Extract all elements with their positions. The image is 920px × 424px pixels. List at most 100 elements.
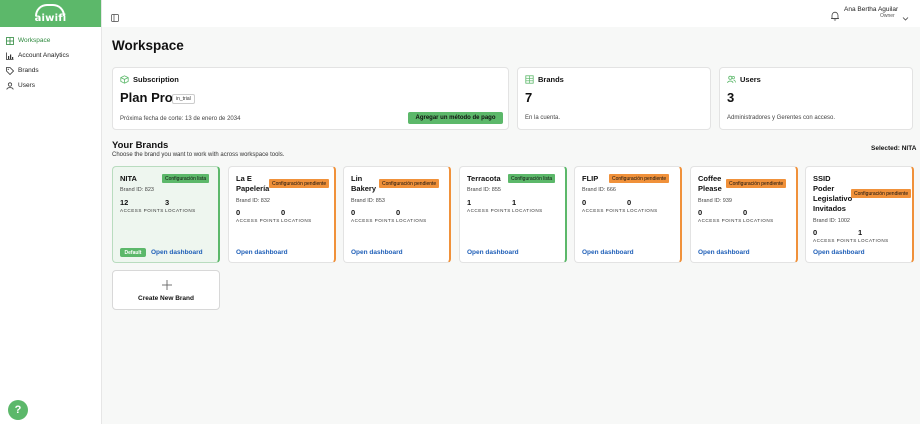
locations-count: 0 — [743, 208, 748, 217]
locations-count: 0 — [627, 198, 632, 207]
access-points-count: 0 — [351, 208, 356, 217]
access-points-count: 0 — [698, 208, 703, 217]
brand-status-badge: Configuración pendiente — [269, 179, 330, 188]
sidebar-item-label: Users — [18, 82, 35, 89]
user-name[interactable]: Ana Bertha Aguilar — [844, 6, 898, 13]
plus-icon — [161, 278, 173, 290]
locations-count: 1 — [512, 198, 517, 207]
top-bar: Ana Bertha Aguilar Owner — [102, 0, 920, 27]
bell-icon[interactable] — [830, 8, 840, 21]
locations-count: 1 — [858, 228, 863, 237]
sidebar-item-label: Workspace — [18, 37, 51, 44]
brands-summary-card: Brands 7 En la cuenta. — [517, 67, 711, 130]
open-dashboard-link[interactable]: Open dashboard — [467, 249, 519, 256]
brand-card-nita[interactable]: NITA Configuración lista Brand ID: 823 1… — [112, 166, 220, 263]
add-payment-method-button[interactable]: Agregar un método de pago — [408, 112, 503, 124]
open-dashboard-link[interactable]: Open dashboard — [698, 249, 750, 256]
locations-label: LOCATIONS — [512, 208, 543, 213]
brand-id: Brand ID: 855 — [467, 187, 501, 193]
open-dashboard-link[interactable]: Open dashboard — [813, 249, 865, 256]
access-points-count: 0 — [813, 228, 818, 237]
sidebar: aiwifi Workspace Account Analytics Brand… — [0, 0, 102, 424]
locations-label: LOCATIONS — [627, 208, 658, 213]
locations-count: 0 — [396, 208, 401, 217]
access-points-label: ACCESS POINTS — [467, 208, 511, 213]
locations-stat: 0 LOCATIONS — [743, 208, 774, 223]
brand-card-coffee-please[interactable]: Coffee Please Configuración pendiente Br… — [690, 166, 798, 263]
selected-brand-label: Selected: NITA — [871, 145, 917, 152]
brand-name: Terracota — [467, 174, 501, 183]
create-brand-label: Create New Brand — [138, 295, 194, 302]
locations-label: LOCATIONS — [165, 208, 196, 213]
brands-count: 7 — [525, 90, 533, 105]
users-summary-card: Users 3 Administradores y Gerentes con a… — [719, 67, 913, 130]
menu-toggle-icon[interactable] — [111, 9, 119, 22]
brand-id: Brand ID: 939 — [698, 198, 732, 204]
sidebar-item-account-analytics[interactable]: Account Analytics — [0, 48, 101, 63]
help-button[interactable]: ? — [8, 400, 28, 420]
open-dashboard-link[interactable]: Open dashboard — [351, 249, 403, 256]
sidebar-item-users[interactable]: Users — [0, 78, 101, 93]
brand-status-badge: Configuración pendiente — [379, 179, 440, 188]
access-points-stat: 0 ACCESS POINTS — [236, 208, 280, 223]
locations-label: LOCATIONS — [396, 218, 427, 223]
locations-stat: 1 LOCATIONS — [858, 228, 889, 243]
access-points-stat: 0 ACCESS POINTS — [698, 208, 742, 223]
app-logo[interactable]: aiwifi — [0, 0, 101, 27]
access-points-label: ACCESS POINTS — [813, 238, 857, 243]
sidebar-item-workspace[interactable]: Workspace — [0, 33, 101, 48]
locations-count: 0 — [281, 208, 286, 217]
users-summary-heading: Users — [740, 75, 761, 84]
open-dashboard-link[interactable]: Open dashboard — [582, 249, 634, 256]
locations-label: LOCATIONS — [743, 218, 774, 223]
access-points-count: 0 — [236, 208, 241, 217]
brands-section-title: Your Brands — [112, 140, 169, 151]
access-points-label: ACCESS POINTS — [582, 208, 626, 213]
brand-card-flip[interactable]: FLIP Configuración pendiente Brand ID: 6… — [574, 166, 682, 263]
building-icon — [525, 75, 534, 84]
access-points-label: ACCESS POINTS — [236, 218, 280, 223]
brand-id: Brand ID: 823 — [120, 187, 154, 193]
default-badge: Default — [120, 248, 146, 257]
create-brand-card[interactable]: Create New Brand — [112, 270, 220, 310]
sidebar-item-brands[interactable]: Brands — [0, 63, 101, 78]
brand-status-badge: Configuración pendiente — [726, 179, 787, 188]
user-icon — [5, 81, 14, 90]
brands-section-subtitle: Choose the brand you want to work with a… — [112, 152, 285, 158]
access-points-count: 12 — [120, 198, 129, 207]
brand-card-lin-bakery[interactable]: Lin Bakery Configuración pendiente Brand… — [343, 166, 451, 263]
brand-status-badge: Configuración lista — [508, 174, 556, 183]
tag-icon — [5, 66, 14, 75]
box-icon — [120, 75, 129, 84]
brand-card-terracota[interactable]: Terracota Configuración lista Brand ID: … — [459, 166, 567, 263]
brand-card-ssid-poder-legislativo[interactable]: SSID Poder Legislativo Invitados Configu… — [805, 166, 914, 263]
access-points-stat: 0 ACCESS POINTS — [351, 208, 395, 223]
sidebar-nav: Workspace Account Analytics Brands Users — [0, 27, 101, 93]
access-points-count: 1 — [467, 198, 472, 207]
logo-text: aiwifi — [34, 12, 67, 24]
access-points-stat: 0 ACCESS POINTS — [813, 228, 857, 243]
access-points-count: 0 — [582, 198, 587, 207]
access-points-label: ACCESS POINTS — [698, 218, 742, 223]
plan-status-badge: in_trial — [172, 94, 195, 104]
brand-name: SSID Poder Legislativo Invitados — [813, 174, 853, 213]
subscription-heading: Subscription — [133, 75, 179, 84]
question-icon: ? — [14, 404, 22, 416]
sidebar-item-label: Account Analytics — [18, 52, 69, 59]
brand-card-la-e-papeleria[interactable]: La E Papelería Configuración pendiente B… — [228, 166, 336, 263]
grid-icon — [5, 36, 14, 45]
brand-id: Brand ID: 832 — [236, 198, 270, 204]
open-dashboard-link[interactable]: Open dashboard — [151, 249, 203, 256]
plan-name: Plan Pro — [120, 90, 173, 105]
bar-chart-icon — [5, 51, 14, 60]
locations-count: 3 — [165, 198, 170, 207]
open-dashboard-link[interactable]: Open dashboard — [236, 249, 288, 256]
locations-label: LOCATIONS — [281, 218, 312, 223]
access-points-label: ACCESS POINTS — [351, 218, 395, 223]
users-count: 3 — [727, 90, 735, 105]
chevron-down-icon[interactable] — [902, 9, 909, 21]
brand-name: Coffee Please — [698, 174, 722, 193]
access-points-stat: 12 ACCESS POINTS — [120, 198, 164, 213]
brand-name: NITA — [120, 174, 137, 183]
user-role: Owner — [880, 13, 895, 19]
